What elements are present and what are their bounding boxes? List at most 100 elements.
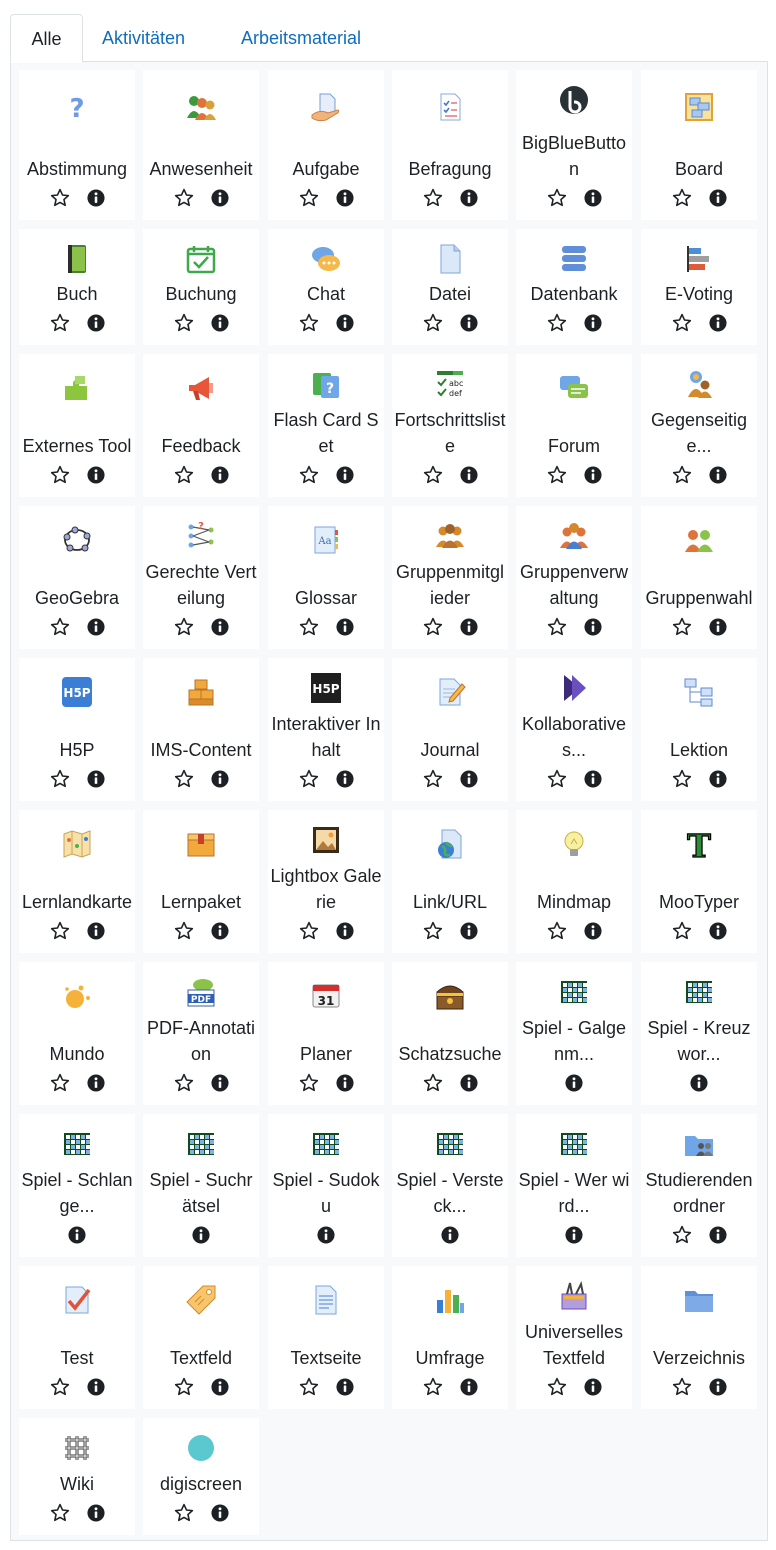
star-icon[interactable]	[49, 1376, 71, 1398]
activity-item[interactable]: Textseite	[268, 1266, 384, 1409]
star-icon[interactable]	[546, 312, 568, 334]
info-icon[interactable]	[87, 1378, 105, 1396]
info-icon[interactable]	[336, 1074, 354, 1092]
star-icon[interactable]	[173, 1072, 195, 1094]
star-icon[interactable]	[422, 312, 444, 334]
activity-item[interactable]: Studierendenordner	[641, 1114, 757, 1257]
info-icon[interactable]	[460, 922, 478, 940]
star-icon[interactable]	[173, 312, 195, 334]
info-icon[interactable]	[87, 1504, 105, 1522]
info-icon[interactable]	[709, 1226, 727, 1244]
star-icon[interactable]	[173, 616, 195, 638]
star-icon[interactable]	[671, 616, 693, 638]
star-icon[interactable]	[671, 312, 693, 334]
activity-item[interactable]: Universelles Textfeld	[516, 1266, 632, 1409]
activity-item[interactable]: digiscreen	[143, 1418, 259, 1535]
info-icon[interactable]	[584, 922, 602, 940]
activity-item[interactable]: Lernlandkarte	[19, 810, 135, 953]
info-icon[interactable]	[709, 189, 727, 207]
info-icon[interactable]	[87, 1074, 105, 1092]
info-icon[interactable]	[211, 314, 229, 332]
star-icon[interactable]	[422, 1376, 444, 1398]
star-icon[interactable]	[671, 1376, 693, 1398]
star-icon[interactable]	[298, 1072, 320, 1094]
star-icon[interactable]	[173, 920, 195, 942]
star-icon[interactable]	[49, 1502, 71, 1524]
activity-item[interactable]: Kollaboratives...	[516, 658, 632, 801]
info-icon[interactable]	[709, 618, 727, 636]
star-icon[interactable]	[671, 187, 693, 209]
activity-item[interactable]: PDF PDF-Annotation	[143, 962, 259, 1105]
star-icon[interactable]	[422, 768, 444, 790]
star-icon[interactable]	[49, 616, 71, 638]
info-icon[interactable]	[87, 466, 105, 484]
info-icon[interactable]	[87, 922, 105, 940]
info-icon[interactable]	[336, 1378, 354, 1396]
activity-item[interactable]: Test	[19, 1266, 135, 1409]
info-icon[interactable]	[709, 1378, 727, 1396]
info-icon[interactable]	[192, 1226, 210, 1244]
activity-item[interactable]: Datei	[392, 229, 508, 345]
info-icon[interactable]	[709, 770, 727, 788]
activity-item[interactable]: ? Flash Card Set	[268, 354, 384, 497]
info-icon[interactable]	[336, 770, 354, 788]
info-icon[interactable]	[211, 922, 229, 940]
info-icon[interactable]	[68, 1226, 86, 1244]
info-icon[interactable]	[584, 770, 602, 788]
star-icon[interactable]	[298, 1376, 320, 1398]
info-icon[interactable]	[709, 314, 727, 332]
activity-item[interactable]: Board	[641, 70, 757, 220]
info-icon[interactable]	[211, 1378, 229, 1396]
activity-item[interactable]: H5P H5P	[19, 658, 135, 801]
activity-item[interactable]: Spiel - Galgenm...	[516, 962, 632, 1105]
star-icon[interactable]	[671, 1224, 693, 1246]
activity-item[interactable]: Lektion	[641, 658, 757, 801]
info-icon[interactable]	[460, 314, 478, 332]
info-icon[interactable]	[211, 1074, 229, 1092]
activity-item[interactable]: ? Abstimmung	[19, 70, 135, 220]
info-icon[interactable]	[460, 618, 478, 636]
info-icon[interactable]	[336, 314, 354, 332]
activity-item[interactable]: Gruppenmitglieder	[392, 506, 508, 649]
activity-item[interactable]: Spiel - Wer wird...	[516, 1114, 632, 1257]
star-icon[interactable]	[49, 768, 71, 790]
info-icon[interactable]	[584, 618, 602, 636]
star-icon[interactable]	[298, 920, 320, 942]
activity-item[interactable]: Forum	[516, 354, 632, 497]
info-icon[interactable]	[565, 1074, 583, 1092]
tab-aktivitaeten[interactable]: Aktivitäten	[83, 14, 204, 62]
info-icon[interactable]	[211, 618, 229, 636]
star-icon[interactable]	[546, 464, 568, 486]
star-icon[interactable]	[173, 768, 195, 790]
activity-item[interactable]: Link/URL	[392, 810, 508, 953]
activity-item[interactable]: Externes Tool	[19, 354, 135, 497]
activity-item[interactable]: GeoGebra	[19, 506, 135, 649]
activity-item[interactable]: Spiel - Suchrätsel	[143, 1114, 259, 1257]
info-icon[interactable]	[211, 466, 229, 484]
info-icon[interactable]	[690, 1074, 708, 1092]
star-icon[interactable]	[546, 1376, 568, 1398]
activity-item[interactable]: Spiel - Versteck...	[392, 1114, 508, 1257]
activity-item[interactable]: Anwesenheit	[143, 70, 259, 220]
star-icon[interactable]	[422, 464, 444, 486]
star-icon[interactable]	[422, 187, 444, 209]
activity-item[interactable]: Textfeld	[143, 1266, 259, 1409]
info-icon[interactable]	[211, 1504, 229, 1522]
info-icon[interactable]	[211, 770, 229, 788]
star-icon[interactable]	[298, 768, 320, 790]
activity-item[interactable]: Datenbank	[516, 229, 632, 345]
activity-item[interactable]: IMS-Content	[143, 658, 259, 801]
info-icon[interactable]	[709, 466, 727, 484]
info-icon[interactable]	[87, 770, 105, 788]
info-icon[interactable]	[211, 189, 229, 207]
activity-item[interactable]: Spiel - Kreuzwor...	[641, 962, 757, 1105]
star-icon[interactable]	[422, 616, 444, 638]
activity-item[interactable]: H5P Interaktiver Inhalt	[268, 658, 384, 801]
activity-item[interactable]: Wiki	[19, 1418, 135, 1535]
star-icon[interactable]	[298, 464, 320, 486]
activity-item[interactable]: Buchung	[143, 229, 259, 345]
info-icon[interactable]	[709, 922, 727, 940]
activity-item[interactable]: Buch	[19, 229, 135, 345]
star-icon[interactable]	[49, 1072, 71, 1094]
star-icon[interactable]	[546, 187, 568, 209]
